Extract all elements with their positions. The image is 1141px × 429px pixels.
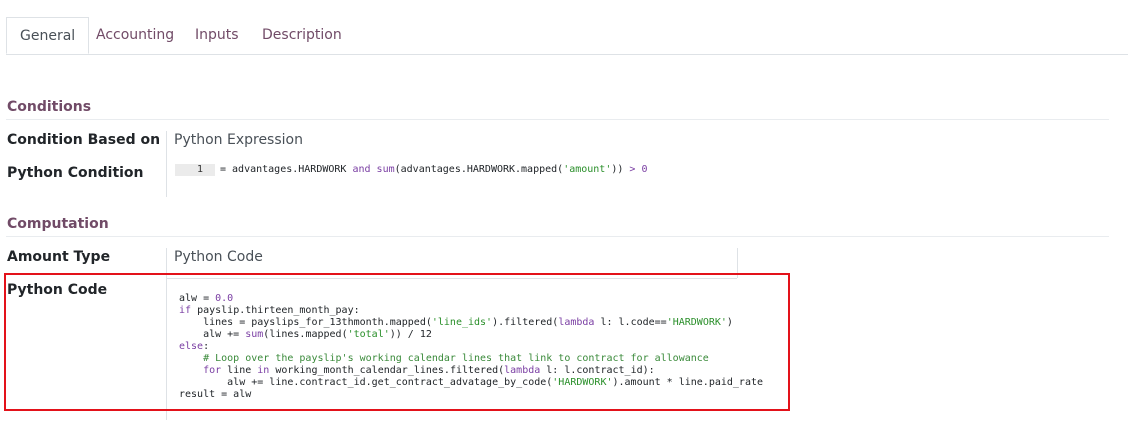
amount-type-select[interactable]: Python Code [174, 249, 263, 265]
python-condition-editor[interactable]: = advantages.HARDWORK and sum(advantages… [220, 164, 647, 176]
highlight-box [4, 273, 790, 411]
code-line-gutter: 1 [175, 164, 215, 176]
tab-accounting[interactable]: Accounting [96, 17, 174, 53]
condition-based-on-label: Condition Based on [7, 132, 161, 148]
conditions-divider [6, 119, 1109, 120]
tab-general[interactable]: General [6, 17, 90, 54]
computation-divider [6, 236, 1109, 237]
condition-based-on-select[interactable]: Python Expression [174, 132, 303, 148]
conditions-column-divider [166, 131, 167, 197]
python-condition-label: Python Condition [7, 165, 144, 181]
computation-section-title: Computation [7, 216, 109, 232]
conditions-section-title: Conditions [7, 99, 92, 115]
tab-inputs[interactable]: Inputs [195, 17, 239, 53]
notebook-tabs: General Accounting Inputs Description [6, 17, 1128, 55]
line-number: 1 [196, 164, 203, 175]
amount-type-label: Amount Type [7, 249, 111, 265]
tab-description[interactable]: Description [262, 17, 342, 53]
